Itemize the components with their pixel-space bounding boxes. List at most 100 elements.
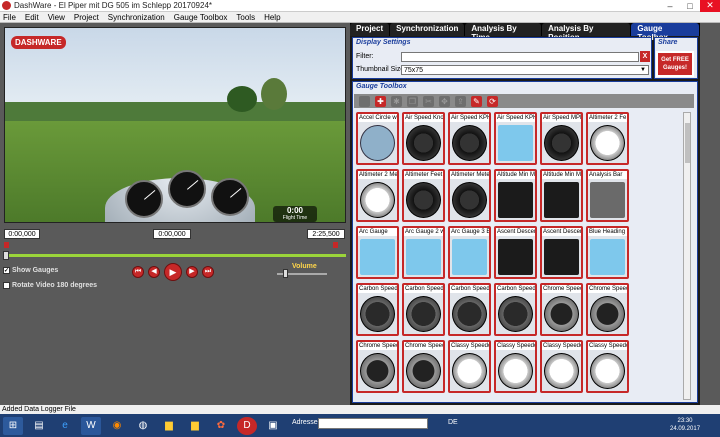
folder-icon[interactable]: ▆ (159, 417, 179, 435)
gauge-card[interactable]: Air Speed KPH (448, 112, 491, 165)
gauge-card[interactable]: Chrome Speec (402, 340, 445, 393)
gauge-card[interactable]: Classy Speedo (448, 340, 491, 393)
gauge-card[interactable]: Analysis Bar (586, 169, 629, 222)
minimize-button[interactable]: – (660, 0, 680, 12)
menu-edit[interactable]: Edit (25, 13, 39, 22)
close-button[interactable]: ✕ (700, 0, 720, 12)
tab-synchronization[interactable]: Synchronization (390, 23, 465, 36)
volume-slider-thumb[interactable] (283, 269, 288, 278)
get-free-gauges-button[interactable]: Get FREE Gauges! (656, 51, 694, 77)
gauge-card[interactable]: Altimeter 2 Me (356, 169, 399, 222)
gauge-card[interactable]: Chrome Speec (586, 283, 629, 336)
gear-icon[interactable]: ✱ (391, 95, 402, 107)
move-icon[interactable]: ✥ (439, 95, 450, 107)
gauge-card[interactable]: Altimeter Feet (402, 169, 445, 222)
gauge-card[interactable]: Arc Gauge (356, 226, 399, 279)
word-icon[interactable]: W (81, 416, 101, 435)
gauge-card[interactable]: Chrome Speec (540, 283, 583, 336)
gauge-card[interactable]: Carbon Speed (448, 283, 491, 336)
menu-file[interactable]: File (3, 13, 16, 22)
gauge-card[interactable]: Altitude Min M (540, 169, 583, 222)
show-gauges-checkbox[interactable]: ✓ Show Gauges (3, 267, 58, 274)
cut-icon[interactable]: ✂ (423, 95, 434, 107)
gauge-card[interactable]: Ascent Descer (494, 226, 537, 279)
gauge-thumbnail (360, 182, 395, 218)
tab-analysis-by-position[interactable]: Analysis By Position (542, 23, 631, 42)
gauge-card[interactable]: Air Speed KPH (494, 112, 537, 165)
menu-view[interactable]: View (48, 13, 65, 22)
tree (227, 86, 257, 112)
step-forward-button[interactable]: ▶ (186, 266, 198, 278)
timeline-scrubber[interactable] (3, 251, 9, 260)
menu-project[interactable]: Project (74, 13, 99, 22)
clear-filter-button[interactable]: X (640, 51, 650, 62)
menu-gauge-toolbox[interactable]: Gauge Toolbox (174, 13, 228, 22)
gauge-card[interactable]: Ascent Descer (540, 226, 583, 279)
gauge-card[interactable]: Altimeter Mete (448, 169, 491, 222)
gauge-card[interactable]: Arc Gauge 3 E (448, 226, 491, 279)
gauge-card[interactable]: Blue Heading (586, 226, 629, 279)
start-time[interactable]: 0:00,000 (4, 229, 40, 239)
current-time[interactable]: 0:00,000 (153, 229, 191, 239)
dashware-taskbar-icon[interactable]: D (237, 416, 257, 435)
gauge-card[interactable]: Accel Circle wi (356, 112, 399, 165)
window-icon[interactable]: ▣ (263, 417, 283, 435)
address-input[interactable] (318, 418, 428, 429)
menu-help[interactable]: Help (264, 13, 280, 22)
gauge-card[interactable]: Arc Gauge 2 w (402, 226, 445, 279)
gauge-card[interactable]: Altitude Min M (494, 169, 537, 222)
gauge-grid-scrollbar[interactable] (683, 112, 691, 400)
skip-end-button[interactable]: ⏭ (202, 266, 214, 278)
copy-icon[interactable]: ❐ (407, 95, 418, 107)
tab-analysis-by-time[interactable]: Analysis By Time (465, 23, 542, 42)
menu-tools[interactable]: Tools (236, 13, 255, 22)
start-button-icon[interactable]: ⊞ (3, 416, 23, 435)
gauge-card[interactable]: Carbon Speed (402, 283, 445, 336)
end-time[interactable]: 2:25,500 (307, 229, 345, 239)
gauge-card-title: Air Speed KPH (496, 114, 535, 122)
gauge-card-title: Altimeter Mete (450, 171, 489, 179)
play-button[interactable]: ▶ (164, 263, 182, 281)
refresh-icon[interactable]: ⟳ (487, 95, 498, 107)
folder-icon[interactable]: ▆ (185, 417, 205, 435)
gauge-card[interactable]: Classy Speedo (540, 340, 583, 393)
globe-icon[interactable]: ◍ (133, 417, 153, 435)
gauge-card[interactable]: Classy Speedo (494, 340, 537, 393)
gauge-card[interactable]: Air Speed Kno (402, 112, 445, 165)
thumbnail-size-select[interactable]: 75x75 ▼ (401, 65, 649, 75)
gauge-thumbnail (544, 296, 579, 332)
paint-icon[interactable]: ✿ (211, 417, 231, 435)
gauge-card-title: Air Speed MPH (542, 114, 581, 122)
rotate-video-checkbox[interactable]: Rotate Video 180 degrees (3, 282, 97, 289)
gauge-card[interactable]: Classy Speedo (586, 340, 629, 393)
tab-project[interactable]: Project (350, 23, 390, 36)
gauge-thumbnail (498, 239, 533, 275)
gauge-card-title: Arc Gauge 2 w (404, 228, 443, 236)
export-icon[interactable]: ⇪ (455, 95, 466, 107)
start-marker-handle[interactable] (4, 242, 9, 248)
gauge-card-title: Accel Circle wi (358, 114, 397, 122)
edit-gauge-icon[interactable]: ✎ (471, 95, 482, 107)
skip-start-button[interactable]: ⏮ (132, 266, 144, 278)
firefox-icon[interactable]: ◉ (107, 417, 127, 435)
system-clock[interactable]: 23:30 24.09.2017 (670, 417, 700, 433)
gauge-card[interactable]: Chrome Speec (356, 340, 399, 393)
gauge-card[interactable]: Carbon Speed (494, 283, 537, 336)
filter-input[interactable] (401, 52, 639, 62)
gauge-thumbnail (452, 182, 487, 218)
maximize-button[interactable]: □ (680, 0, 700, 12)
video-preview[interactable]: DASHWARE 0:00 Flight Time (4, 27, 346, 223)
language-indicator[interactable]: DE (448, 419, 458, 426)
end-marker-handle[interactable] (333, 242, 338, 248)
timeline-track[interactable] (4, 254, 346, 257)
gauge-card[interactable]: Air Speed MPH (540, 112, 583, 165)
step-back-button[interactable]: ◀ (148, 266, 160, 278)
gauge-card[interactable]: Carbon Speed (356, 283, 399, 336)
explorer-icon[interactable]: ▤ (29, 417, 49, 435)
add-gauge-icon[interactable]: ✚ (375, 95, 386, 107)
edge-browser-icon[interactable]: e (55, 417, 75, 435)
scrollbar-thumb[interactable] (685, 123, 690, 163)
menu-synchronization[interactable]: Synchronization (108, 13, 165, 22)
tab-gauge-toolbox[interactable]: Gauge Toolbox (631, 23, 699, 42)
gauge-card[interactable]: Altimeter 2 Fe (586, 112, 629, 165)
